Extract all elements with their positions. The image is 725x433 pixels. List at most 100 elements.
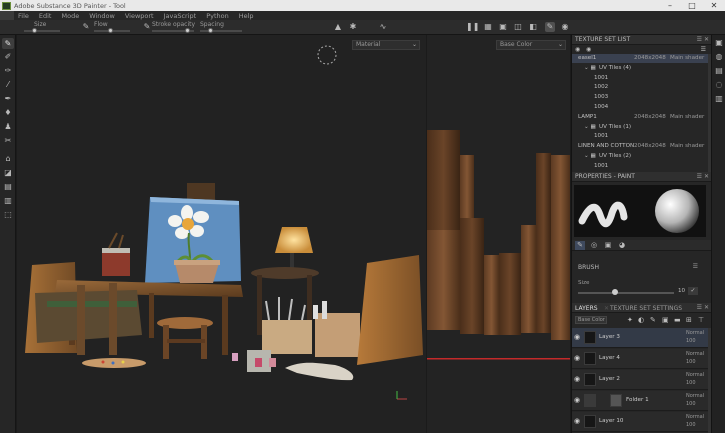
add-fill-layer-icon[interactable]: ◐: [638, 316, 644, 324]
history-icon[interactable]: ▥: [714, 94, 724, 104]
stamp-icon[interactable]: ♟: [2, 121, 14, 132]
layer-row[interactable]: ◉ Layer 3 Normal 100: [572, 328, 708, 348]
panel-menu-icon[interactable]: ☰ ✕: [697, 35, 709, 45]
layer-opacity[interactable]: 100: [686, 359, 696, 365]
texture-set-shader[interactable]: Main shader: [670, 142, 704, 151]
spacing-control[interactable]: Spacing: [198, 21, 244, 34]
eye-icon[interactable]: ◉: [574, 354, 580, 362]
eye-icon[interactable]: ◉: [574, 333, 580, 341]
texture-set-shader[interactable]: Main shader: [670, 54, 704, 63]
section-menu-icon[interactable]: ☰: [693, 263, 698, 270]
stencil-tab-icon[interactable]: ▣: [603, 241, 613, 250]
projection-icon[interactable]: ✑: [2, 65, 14, 76]
texture-set-row[interactable]: LINEN AND COTTON 2048x2048 Main shader: [572, 142, 708, 151]
texture-set-resolution[interactable]: 2048x2048: [634, 54, 666, 63]
brush-size-slider[interactable]: [578, 292, 674, 294]
eraser-icon[interactable]: ✐: [2, 51, 14, 62]
texture-set-row[interactable]: 1004: [572, 103, 708, 112]
tab-texture-set-settings[interactable]: TEXTURE SET SETTINGS: [610, 305, 682, 312]
settings-cog-icon[interactable]: ✱: [348, 22, 358, 32]
paint-mode-icon[interactable]: ✎: [545, 22, 555, 32]
add-mask-icon[interactable]: ▣: [662, 316, 669, 324]
menu-item-help[interactable]: Help: [239, 12, 254, 20]
material-tab-icon[interactable]: ◕: [617, 241, 627, 250]
menu-item-python[interactable]: Python: [206, 12, 229, 20]
texture-set-row[interactable]: 1001: [572, 162, 708, 171]
panel-menu-icon[interactable]: ☰ ✕: [697, 172, 709, 182]
layer-row[interactable]: ◉ Folder 1 Normal 100: [572, 391, 708, 411]
viewport-2d-mode-dropdown[interactable]: Base Color ⌄: [496, 40, 566, 50]
pressure-icon[interactable]: ✎: [81, 22, 91, 32]
delete-layer-icon[interactable]: ⊞: [686, 316, 692, 324]
eye-icon[interactable]: ◉: [574, 375, 580, 383]
layer-blend-mode[interactable]: Normal: [686, 330, 704, 336]
camera-icon[interactable]: ◉: [560, 22, 570, 32]
texture-set-row[interactable]: ⌄ ▦ UV Tiles (4): [572, 64, 708, 73]
stroke-opacity-control[interactable]: Stroke opacity: [150, 21, 196, 34]
uv-tiles-icon[interactable]: ⌄ ▦: [584, 64, 596, 73]
layer-opacity[interactable]: 100: [686, 401, 696, 407]
material-picker-icon[interactable]: ▤: [2, 181, 14, 192]
color-picker-icon[interactable]: ✂: [2, 135, 14, 146]
uv-tiles-icon[interactable]: ⌄ ▦: [584, 152, 596, 161]
geometry-mask-icon[interactable]: ⁄: [2, 79, 14, 90]
texture-set-row[interactable]: easel1 2048x2048 Main shader: [572, 54, 708, 63]
lazy-mouse-icon[interactable]: ∿: [378, 22, 388, 32]
layout-split-icon[interactable]: ◫: [513, 22, 523, 32]
smudge-icon[interactable]: ✒: [2, 93, 14, 104]
layer-row[interactable]: ◉ Layer 10 Normal 100: [572, 412, 708, 432]
size-slider[interactable]: [24, 30, 60, 32]
panel-menu-icon[interactable]: ☰ ✕: [697, 304, 709, 311]
texture-set-row[interactable]: LAMP1 2048x2048 Main shader: [572, 113, 708, 122]
eye-icon[interactable]: ◉: [574, 417, 580, 425]
brush-tab-icon[interactable]: ✎: [575, 241, 585, 250]
menu-item-viewport[interactable]: Viewport: [125, 12, 154, 20]
viewer-settings-icon[interactable]: ▤: [714, 66, 724, 76]
layer-row[interactable]: ◉ Layer 2 Normal 100: [572, 370, 708, 390]
texture-set-row[interactable]: 1001: [572, 74, 708, 83]
flow-control[interactable]: Flow: [92, 21, 132, 34]
texture-set-list-icon[interactable]: ▣: [714, 38, 724, 48]
layer-opacity[interactable]: 100: [686, 338, 696, 344]
shader-settings-icon[interactable]: ◌: [714, 80, 724, 90]
texture-set-resolution[interactable]: 2048x2048: [634, 142, 666, 151]
tab-layers[interactable]: LAYERS: [575, 305, 598, 312]
layer-blend-mode[interactable]: Normal: [686, 351, 704, 357]
viewport-2d[interactable]: Base Color ⌄: [427, 35, 570, 433]
add-paint-layer-icon[interactable]: ✎: [650, 316, 656, 324]
brush-size-value[interactable]: 10: [678, 288, 685, 294]
texture-set-row[interactable]: 1002: [572, 83, 708, 92]
flow-slider-knob[interactable]: [107, 28, 113, 33]
display-settings-icon[interactable]: ◍: [714, 52, 724, 62]
maximize-icon[interactable]: □: [681, 0, 703, 11]
instance-icon[interactable]: ⊤: [698, 316, 704, 324]
brush-size-knob[interactable]: [612, 289, 618, 295]
size-control[interactable]: Size: [20, 21, 60, 34]
texture-set-row[interactable]: 1003: [572, 93, 708, 102]
eye-icon[interactable]: ◉: [575, 46, 580, 53]
layer-blend-mode[interactable]: Normal: [686, 393, 704, 399]
add-folder-icon[interactable]: ▬: [674, 316, 681, 324]
layer-blend-mode[interactable]: Normal: [686, 372, 704, 378]
effect-icon[interactable]: ✦: [627, 316, 633, 324]
texture-set-row[interactable]: ⌄ ▦ UV Tiles (1): [572, 123, 708, 132]
layout-single-icon[interactable]: ▣: [498, 22, 508, 32]
eye-icon[interactable]: ◉: [574, 396, 580, 404]
layer-opacity[interactable]: 100: [686, 422, 696, 428]
viewport-3d-mode-dropdown[interactable]: Material ⌄: [352, 40, 420, 50]
stroke-opacity-slider-knob[interactable]: [185, 28, 191, 33]
spacing-slider-knob[interactable]: [208, 28, 213, 33]
texture-set-resolution[interactable]: 2048x2048: [634, 113, 666, 122]
menu-item-window[interactable]: Window: [89, 12, 115, 20]
alpha-tab-icon[interactable]: ◎: [589, 241, 599, 250]
paint-brush-icon[interactable]: ✎: [2, 38, 14, 49]
texture-set-row[interactable]: ⌄ ▦ UV Tiles (2): [572, 152, 708, 161]
viewport-3d[interactable]: Material ⌄: [17, 35, 426, 433]
pen-pressure-icon[interactable]: ✓: [688, 287, 698, 295]
layer-opacity[interactable]: 100: [686, 380, 696, 386]
close-icon[interactable]: ✕: [703, 0, 725, 11]
fill-icon[interactable]: ⌂: [2, 153, 14, 164]
minimize-icon[interactable]: –: [659, 0, 681, 11]
grid-view-icon[interactable]: ▦: [483, 22, 493, 32]
pause-icon[interactable]: ❚❚: [466, 22, 479, 32]
